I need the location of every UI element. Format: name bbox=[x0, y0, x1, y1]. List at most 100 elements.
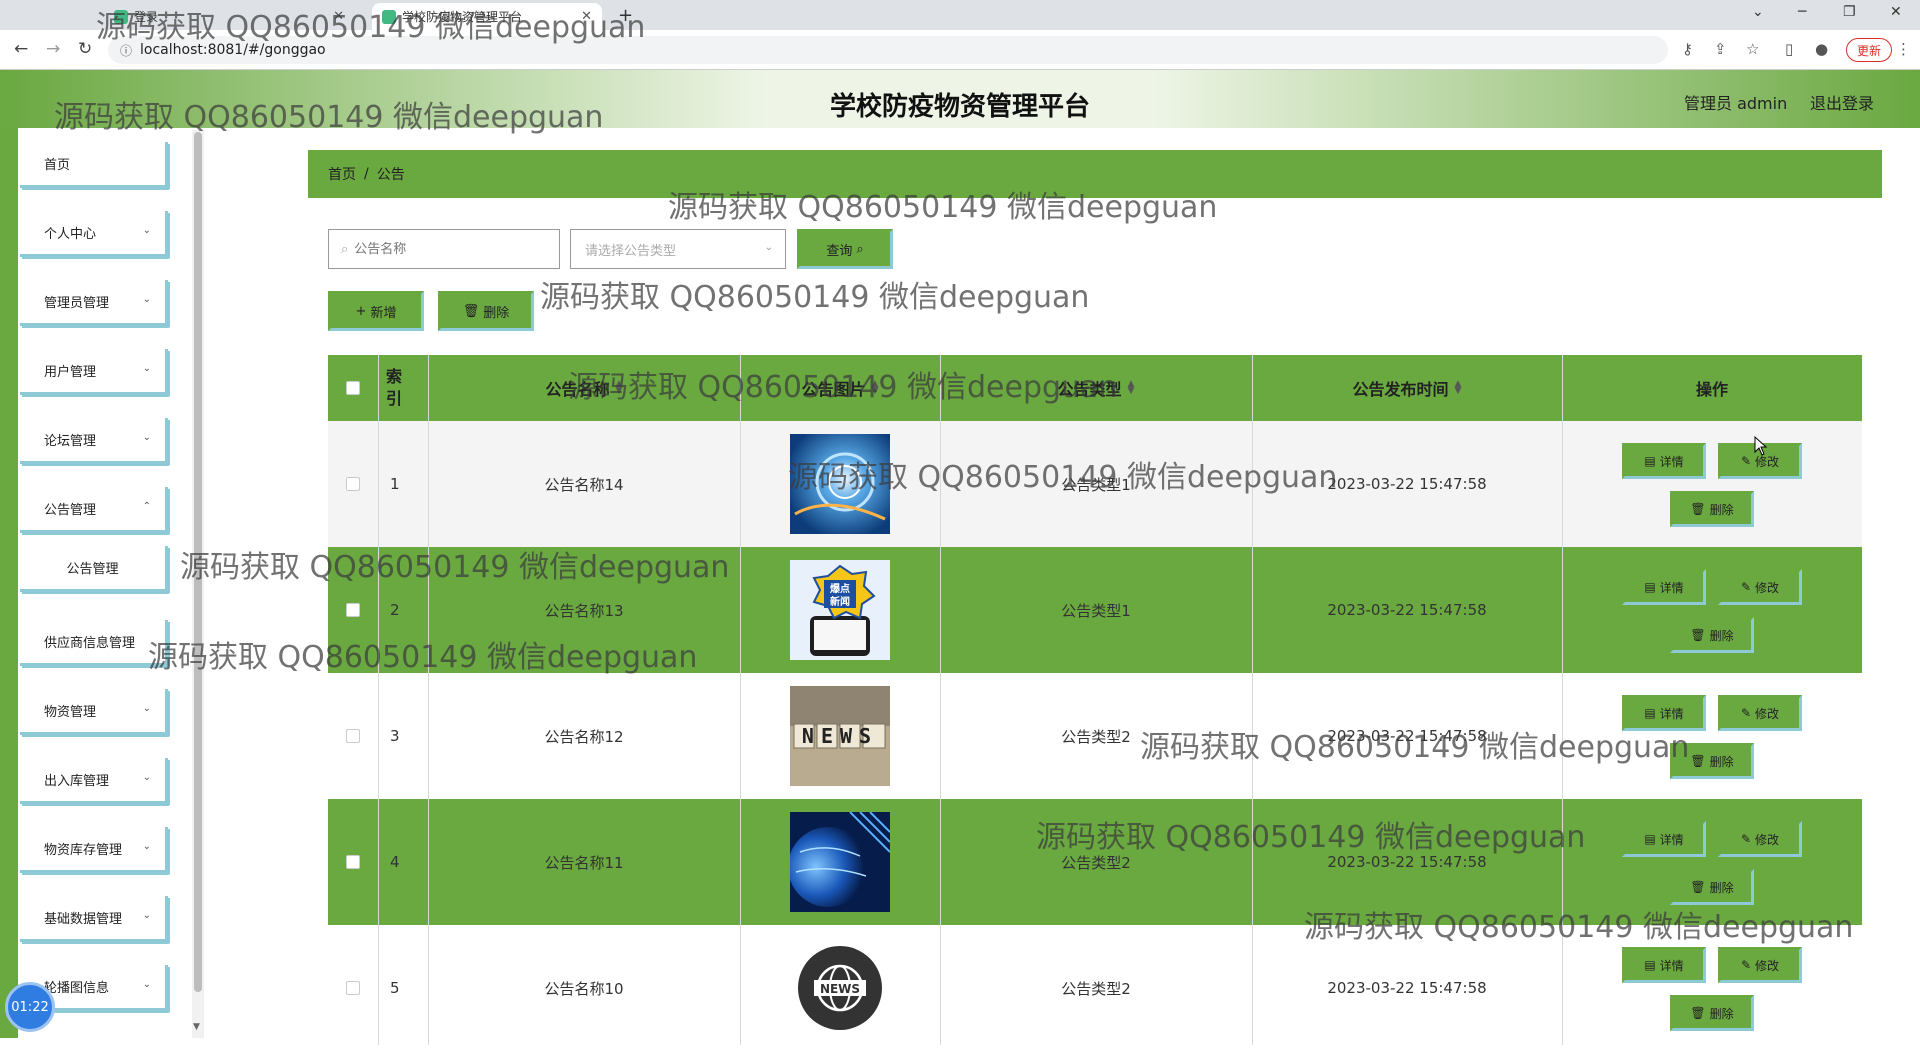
table-row: 5 公告名称10 NEWS 公告类型2 2023-03-22 15:47:58 … bbox=[328, 925, 1862, 1051]
sidebar-item-notice[interactable]: 公告管理 ⌃ bbox=[20, 487, 168, 533]
browser-tab-active[interactable]: 学校防疫物资管理平台 ✕ bbox=[372, 3, 602, 30]
trash-icon: 🗑 bbox=[1690, 754, 1706, 768]
table-row: 3 公告名称12 NEWS 公告类型2 2023-03-22 15:47:58 … bbox=[328, 673, 1862, 799]
sidebar-item-forum[interactable]: 论坛管理 ⌄ bbox=[20, 418, 168, 464]
notice-image[interactable]: NEWS bbox=[790, 686, 890, 786]
delete-button[interactable]: 🗑 删除 bbox=[1670, 491, 1754, 527]
notice-image[interactable] bbox=[790, 434, 890, 534]
table-row: 1 公告名称14 公告类型1 2023-03-22 15:47:58 ▤ 详情 ✎… bbox=[328, 421, 1862, 547]
sort-icon[interactable]: ▲ ▼ bbox=[1455, 380, 1462, 396]
notice-image[interactable]: NEWS bbox=[790, 938, 890, 1038]
sidebar-item-users[interactable]: 用户管理 ⌄ bbox=[20, 349, 168, 395]
back-icon[interactable]: ← bbox=[14, 39, 28, 59]
detail-button[interactable]: ▤ 详情 bbox=[1622, 821, 1706, 857]
sidepanel-icon[interactable]: ▯ bbox=[1785, 40, 1793, 58]
logout-link[interactable]: 退出登录 bbox=[1810, 90, 1874, 114]
notice-name-search[interactable]: ⌕ bbox=[328, 229, 560, 269]
search-button[interactable]: 查询 ⌕ bbox=[797, 229, 893, 269]
delete-button[interactable]: 🗑 删除 bbox=[1670, 743, 1754, 779]
url-field[interactable]: ⓘ localhost:8081/#/gonggao bbox=[108, 36, 1668, 64]
trash-icon: 🗑 bbox=[1690, 502, 1706, 516]
notice-name-input[interactable] bbox=[354, 241, 545, 257]
minimize-icon[interactable]: ─ bbox=[1798, 4, 1806, 20]
detail-button[interactable]: ▤ 详情 bbox=[1622, 443, 1706, 479]
tab-search-icon[interactable]: ⌄ bbox=[1752, 4, 1764, 20]
chevron-down-icon: ⌄ bbox=[142, 910, 151, 921]
sidebar-item-basedata[interactable]: 基础数据管理 ⌄ bbox=[20, 896, 168, 942]
sort-icon[interactable]: ▲ ▼ bbox=[872, 380, 879, 396]
pencil-icon: ✎ bbox=[1740, 454, 1752, 468]
row-index: 5 bbox=[390, 979, 400, 997]
row-checkbox[interactable] bbox=[346, 477, 360, 491]
detail-button[interactable]: ▤ 详情 bbox=[1622, 947, 1706, 983]
row-time: 2023-03-22 15:47:58 bbox=[1327, 979, 1487, 997]
share-icon[interactable]: ⇪ bbox=[1714, 40, 1727, 58]
key-icon[interactable]: ⚷ bbox=[1682, 40, 1693, 58]
sidebar-item-inout[interactable]: 出入库管理 ⌄ bbox=[20, 758, 168, 804]
sidebar-item-supplier[interactable]: 供应商信息管理 bbox=[20, 620, 168, 666]
browser-tabstrip: 登录 ✕ 学校防疫物资管理平台 ✕ + ⌄ ─ ❐ ✕ bbox=[0, 0, 1920, 30]
document-icon: ▤ bbox=[1644, 580, 1656, 594]
edit-button[interactable]: ✎ 修改 bbox=[1718, 821, 1802, 857]
menu-dots-icon[interactable]: ⋮ bbox=[1896, 40, 1911, 58]
breadcrumb: 首页 / 公告 bbox=[308, 150, 1882, 198]
scroll-down-icon[interactable]: ▼ bbox=[193, 1022, 200, 1032]
detail-button[interactable]: ▤ 详情 bbox=[1622, 695, 1706, 731]
sidebar-item-personal[interactable]: 个人中心 ⌄ bbox=[20, 211, 168, 257]
reload-icon[interactable]: ↻ bbox=[78, 39, 92, 59]
sidebar-menu: 首页 个人中心 ⌄ 管理员管理 ⌄ 用户管理 ⌄ 论坛管理 ⌄ 公告管理 ⌃ 公… bbox=[18, 128, 190, 1038]
batch-delete-button[interactable]: 🗑 删除 bbox=[438, 291, 534, 331]
trash-icon: 🗑 bbox=[1690, 628, 1706, 642]
sidebar-item-materials[interactable]: 物资管理 ⌄ bbox=[20, 689, 168, 735]
row-index: 4 bbox=[390, 853, 400, 871]
tab-close-icon[interactable]: ✕ bbox=[581, 9, 592, 24]
sidebar-item-admin[interactable]: 管理员管理 ⌄ bbox=[20, 280, 168, 326]
breadcrumb-home[interactable]: 首页 bbox=[328, 164, 356, 184]
chevron-down-icon: ⌄ bbox=[142, 225, 151, 236]
document-icon: ▤ bbox=[1644, 832, 1656, 846]
delete-button[interactable]: 🗑 删除 bbox=[1670, 995, 1754, 1031]
new-tab-icon[interactable]: + bbox=[618, 5, 633, 26]
select-all-checkbox[interactable] bbox=[346, 381, 360, 395]
column-divider bbox=[428, 355, 429, 1045]
sidebar-item-home[interactable]: 首页 bbox=[20, 142, 168, 188]
header-image[interactable]: 公告图片 ▲ ▼ bbox=[740, 355, 940, 421]
chevron-down-icon: ⌄ bbox=[764, 242, 773, 253]
restore-icon[interactable]: ❐ bbox=[1843, 4, 1856, 20]
header-time[interactable]: 公告发布时间 ▲ ▼ bbox=[1252, 355, 1562, 421]
close-window-icon[interactable]: ✕ bbox=[1890, 4, 1902, 20]
notice-image[interactable]: 爆点 新闻 bbox=[790, 560, 890, 660]
sort-icon[interactable]: ▲ ▼ bbox=[616, 380, 623, 396]
row-checkbox[interactable] bbox=[346, 855, 360, 869]
add-button[interactable]: + 新增 bbox=[328, 291, 424, 331]
row-checkbox[interactable] bbox=[346, 729, 360, 743]
header-type[interactable]: 公告类型 ▲ ▼ bbox=[940, 355, 1252, 421]
sort-icon[interactable]: ▲ ▼ bbox=[1128, 380, 1135, 396]
row-index: 2 bbox=[390, 601, 400, 619]
sidebar-item-stock[interactable]: 物资库存管理 ⌄ bbox=[20, 827, 168, 873]
row-time: 2023-03-22 15:47:58 bbox=[1327, 475, 1487, 493]
row-checkbox[interactable] bbox=[346, 603, 360, 617]
row-index: 3 bbox=[390, 727, 400, 745]
sidebar-subitem-notice[interactable]: 公告管理 bbox=[20, 546, 168, 592]
row-checkbox[interactable] bbox=[346, 981, 360, 995]
notice-image[interactable] bbox=[790, 812, 890, 912]
sidebar-scroll-thumb[interactable] bbox=[194, 132, 202, 992]
forward-icon[interactable]: → bbox=[46, 39, 60, 59]
browser-tab-login[interactable]: 登录 ✕ bbox=[104, 3, 354, 30]
edit-button[interactable]: ✎ 修改 bbox=[1718, 695, 1802, 731]
tab-close-icon[interactable]: ✕ bbox=[333, 9, 344, 24]
row-time: 2023-03-22 15:47:58 bbox=[1327, 601, 1487, 619]
update-button[interactable]: 更新 bbox=[1846, 38, 1893, 62]
row-type: 公告类型2 bbox=[1061, 727, 1131, 746]
profile-icon[interactable]: ● bbox=[1815, 40, 1828, 58]
detail-button[interactable]: ▤ 详情 bbox=[1622, 569, 1706, 605]
header-name[interactable]: 公告名称 ▲ ▼ bbox=[428, 355, 740, 421]
bookmark-star-icon[interactable]: ☆ bbox=[1746, 40, 1759, 58]
delete-button[interactable]: 🗑 删除 bbox=[1670, 869, 1754, 905]
notice-type-select[interactable]: 请选择公告类型 ⌄ bbox=[570, 229, 786, 269]
trash-icon: 🗑 bbox=[462, 303, 480, 319]
delete-button[interactable]: 🗑 删除 bbox=[1670, 617, 1754, 653]
edit-button[interactable]: ✎ 修改 bbox=[1718, 569, 1802, 605]
edit-button[interactable]: ✎ 修改 bbox=[1718, 947, 1802, 983]
